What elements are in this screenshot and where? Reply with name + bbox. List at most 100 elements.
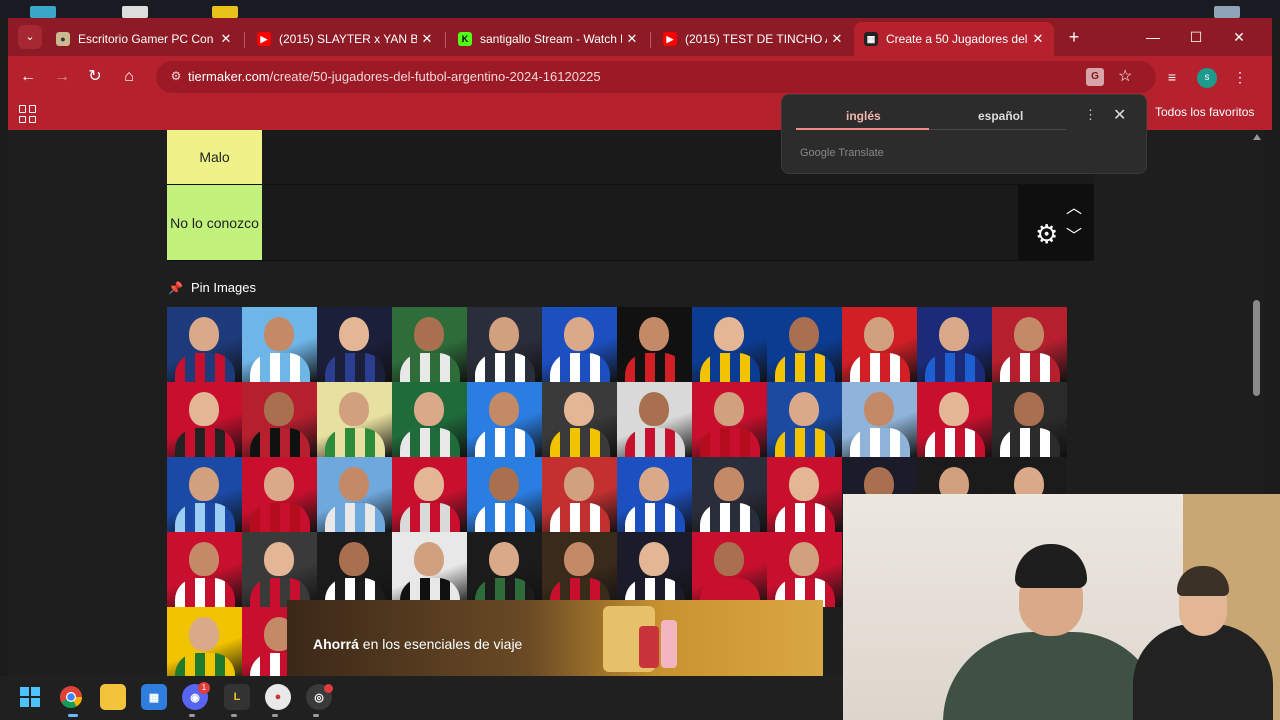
player-image-tile[interactable] [467,457,542,532]
player-image-tile[interactable] [392,382,467,457]
player-image-tile[interactable] [767,457,842,532]
player-image-tile[interactable] [167,457,242,532]
player-image-tile[interactable] [842,307,917,382]
gear-icon[interactable]: ⚙ [1035,221,1058,247]
player-image-tile[interactable] [992,307,1067,382]
player-image-tile[interactable] [392,457,467,532]
player-head [489,392,519,426]
player-image-tile[interactable] [317,532,392,607]
desktop-icon[interactable] [30,6,56,18]
player-image-tile[interactable] [467,532,542,607]
tier-label[interactable]: No lo conozco [167,185,262,260]
bookmark-star-icon[interactable]: ☆ [1118,66,1132,86]
desktop-icon[interactable] [122,6,148,18]
player-image-tile[interactable] [167,382,242,457]
player-image-tile[interactable] [992,382,1067,457]
tab-slayter[interactable]: ▶ (2015) SLAYTER x YAN BLO ✕ [247,22,443,56]
player-image-tile[interactable] [542,457,617,532]
player-image-tile[interactable] [167,607,242,676]
player-image-tile[interactable] [542,532,617,607]
player-jersey [625,503,685,532]
player-image-tile[interactable] [692,382,767,457]
player-image-tile[interactable] [692,307,767,382]
player-image-tile[interactable] [467,382,542,457]
player-image-tile[interactable] [617,382,692,457]
tab-tincho[interactable]: ▶ (2015) TEST DE TINCHO A ✕ [653,22,853,56]
player-image-tile[interactable] [917,382,992,457]
microsoft-store-icon[interactable]: ▦ [141,684,167,710]
player-image-tile[interactable] [767,532,842,607]
home-button[interactable]: ⌂ [117,65,141,89]
advertisement-banner[interactable]: Ahorrá en los esenciales de viaje [287,600,823,676]
player-image-tile[interactable] [467,307,542,382]
player-image-tile[interactable] [692,457,767,532]
close-tab-icon[interactable]: ✕ [827,31,847,47]
player-image-tile[interactable] [317,382,392,457]
profile-avatar[interactable]: s [1197,68,1217,88]
player-image-tile[interactable] [617,457,692,532]
player-image-tile[interactable] [767,382,842,457]
reload-button[interactable]: ↻ [83,65,107,89]
player-image-tile[interactable] [317,457,392,532]
translate-source-tab[interactable]: inglés [846,109,881,123]
app-icon-2[interactable]: ● [265,684,291,710]
player-image-tile[interactable] [242,307,317,382]
tab-tiermaker[interactable]: ▦ Create a 50 Jugadores del ✕ [854,22,1054,56]
close-tab-icon[interactable]: ✕ [417,31,437,47]
player-image-tile[interactable] [167,307,242,382]
player-head [339,542,369,576]
translate-icon[interactable]: G [1086,68,1104,86]
menu-kebab-icon[interactable]: ⋮ [1228,65,1252,89]
url-text[interactable]: tiermaker.com/create/50-jugadores-del-fu… [188,69,601,84]
back-button[interactable]: ← [16,65,40,89]
all-bookmarks-link[interactable]: Todos los favoritos [1155,105,1254,119]
app-icon[interactable]: L [224,684,250,710]
chrome-icon[interactable] [58,684,84,710]
new-tab-button[interactable]: + [1060,26,1088,50]
player-head [1014,392,1044,426]
player-image-tile[interactable] [242,382,317,457]
player-jersey [775,353,835,382]
player-image-tile[interactable] [242,457,317,532]
tab-search-dropdown-icon[interactable]: ⌄ [18,25,42,49]
windows-start-icon[interactable] [17,684,43,710]
player-image-tile[interactable] [392,532,467,607]
player-image-tile[interactable] [317,307,392,382]
player-image-tile[interactable] [167,532,242,607]
close-window-button[interactable]: ✕ [1224,26,1254,48]
scroll-thumb[interactable] [1253,300,1260,396]
translate-target-tab[interactable]: español [978,109,1023,123]
player-image-tile[interactable] [617,532,692,607]
player-image-tile[interactable] [767,307,842,382]
player-image-tile[interactable] [617,307,692,382]
chevron-down-icon[interactable]: ﹀ [1066,229,1082,245]
close-tab-icon[interactable]: ✕ [622,31,642,47]
translate-options-icon[interactable]: ⋮ [1084,107,1097,123]
player-head [714,392,744,426]
minimize-button[interactable]: — [1138,26,1168,48]
player-image-tile[interactable] [842,382,917,457]
scroll-up-arrow-icon[interactable] [1253,134,1261,140]
maximize-button[interactable]: ☐ [1181,26,1211,48]
desktop-icon[interactable] [212,6,238,18]
close-tab-icon[interactable]: ✕ [216,31,236,47]
player-image-tile[interactable] [392,307,467,382]
tier-label[interactable]: Malo [167,130,262,184]
address-bar[interactable]: ⚙ tiermaker.com/create/50-jugadores-del-… [156,61,1156,93]
file-explorer-icon[interactable] [100,684,126,710]
chevron-up-icon[interactable]: ︿ [1066,201,1082,217]
player-image-tile[interactable] [242,532,317,607]
tab-gamer-pc[interactable]: ● Escritorio Gamer PC Con lu ✕ [46,22,242,56]
player-image-tile[interactable] [542,382,617,457]
player-image-tile[interactable] [542,307,617,382]
player-image-tile[interactable] [692,532,767,607]
desktop-icon[interactable] [1214,6,1240,18]
close-icon[interactable]: ✕ [1113,105,1126,125]
apps-grid-icon[interactable] [19,105,37,123]
forward-button[interactable]: → [50,65,74,89]
site-info-icon[interactable]: ⚙ [168,69,184,85]
tab-santigallo[interactable]: K santigallo Stream - Watch l ✕ [448,22,648,56]
media-controls-icon[interactable]: ≡ [1160,65,1184,89]
player-image-tile[interactable] [917,307,992,382]
close-tab-icon[interactable]: ✕ [1028,31,1048,47]
